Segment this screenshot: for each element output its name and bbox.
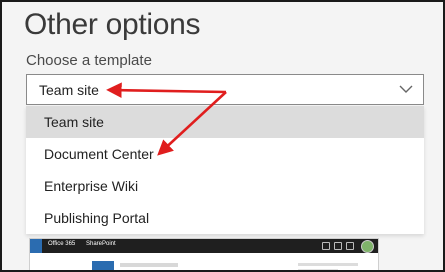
option-label: Publishing Portal <box>44 210 150 226</box>
site-title-placeholder <box>120 263 178 267</box>
dialog-panel: Other options Choose a template Team sit… <box>0 0 445 272</box>
help-icon <box>346 242 354 250</box>
avatar <box>361 240 374 253</box>
chevron-down-icon[interactable] <box>399 82 413 96</box>
option-label: Document Center <box>44 146 154 162</box>
notification-icon <box>322 242 330 250</box>
template-label: Choose a template <box>26 52 152 69</box>
app-launcher-icon <box>30 239 42 253</box>
option-document-center[interactable]: Document Center <box>26 138 424 170</box>
content-placeholder <box>298 263 358 266</box>
template-select-value: Team site <box>39 82 99 98</box>
option-label: Team site <box>44 114 104 130</box>
template-select[interactable]: Team site <box>26 74 424 105</box>
settings-icon <box>334 242 342 250</box>
suite-app-name: Office 365 <box>48 241 76 247</box>
suite-bar: Office 365 SharePoint <box>30 239 378 253</box>
option-enterprise-wiki[interactable]: Enterprise Wiki <box>26 170 424 202</box>
site-logo <box>92 261 114 270</box>
template-preview-thumbnail: Office 365 SharePoint <box>29 238 379 270</box>
option-publishing-portal[interactable]: Publishing Portal <box>26 202 424 234</box>
template-dropdown-list: Team site Document Center Enterprise Wik… <box>26 106 424 234</box>
suite-product-name: SharePoint <box>86 241 116 247</box>
option-label: Enterprise Wiki <box>44 178 139 194</box>
page-title: Other options <box>24 8 201 41</box>
option-team-site[interactable]: Team site <box>26 106 424 138</box>
